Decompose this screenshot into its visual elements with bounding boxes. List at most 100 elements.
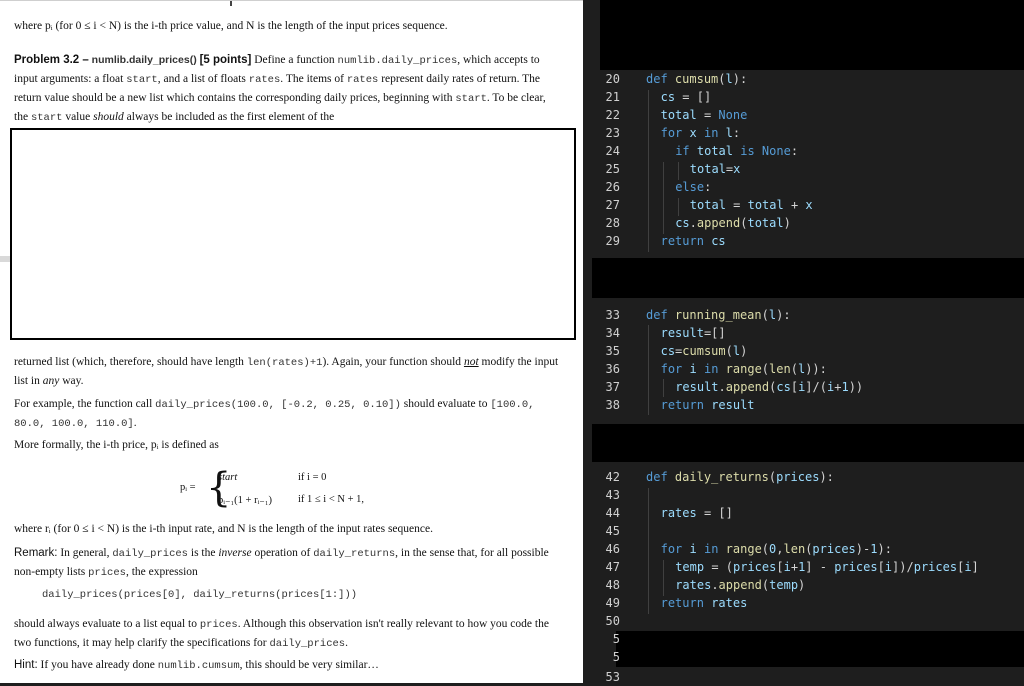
- remark-label: Remark:: [14, 547, 58, 559]
- hint-text: Hint: If you have already done numlib.cu…: [14, 656, 559, 675]
- line-number: 28: [605, 216, 620, 230]
- code-line[interactable]: 36 for i in range(len(l)):: [584, 360, 1024, 378]
- code-line[interactable]: 26 else:: [584, 178, 1024, 196]
- code-line[interactable]: 20 def cumsum(l):: [584, 70, 1024, 88]
- inverse-expression: daily_prices(prices[0], daily_returns(pr…: [42, 589, 358, 601]
- line-number: 47: [605, 560, 620, 574]
- code-line[interactable]: 27 total = total + x: [584, 196, 1024, 214]
- example-text: For example, the function call daily_pri…: [14, 395, 559, 433]
- code-text: return cs: [660, 234, 726, 248]
- example-part: .: [133, 417, 137, 429]
- code-line[interactable]: 22 total = None: [584, 106, 1024, 124]
- document-page: where pᵢ (for 0 ≤ i < N) is the i-th pri…: [0, 0, 583, 683]
- remark-emphasis: inverse: [218, 547, 252, 559]
- code-line[interactable]: 21 cs = []: [584, 88, 1024, 106]
- returned-part: way.: [62, 375, 84, 387]
- code-line[interactable]: 45: [584, 522, 1024, 540]
- hint-part: , this should be very similar…: [239, 659, 379, 671]
- code-line[interactable]: 49 return rates: [584, 594, 1024, 612]
- example-part: For example, the function call: [14, 398, 153, 410]
- page-top-tick: [230, 1, 232, 6]
- remark-part: In general,: [60, 547, 110, 559]
- example-code: daily_prices(100.0, [-0.2, 0.25, 0.10]): [155, 399, 401, 411]
- problem-code: rates: [248, 74, 281, 86]
- code-line[interactable]: 43: [584, 486, 1024, 504]
- line-number: 26: [605, 180, 620, 194]
- problem-points: [5 points]: [199, 54, 252, 66]
- code-line[interactable]: 5: [584, 630, 1024, 648]
- code-text: rates = []: [660, 506, 733, 520]
- should-code: prices: [199, 619, 238, 631]
- code-line[interactable]: 25 total=x: [584, 160, 1024, 178]
- formula-cond-1: if i = 0: [298, 472, 327, 483]
- line-number: 48: [605, 578, 620, 592]
- problem-code: rates: [346, 74, 379, 86]
- code-line[interactable]: 42 def daily_returns(prices):: [584, 468, 1024, 486]
- code-text: def running_mean(l):: [646, 308, 791, 322]
- code-line[interactable]: 34 result=[]: [584, 324, 1024, 342]
- code-line[interactable]: 5: [584, 648, 1024, 666]
- code-text: def daily_returns(prices):: [646, 470, 834, 484]
- code-text: for i in range(0,len(prices)-1):: [660, 542, 892, 556]
- redaction-bar: [592, 258, 1024, 298]
- code-line[interactable]: 24 if total is None:: [584, 142, 1024, 160]
- formula-cond-2: if 1 ≤ i < N + 1,: [298, 494, 364, 505]
- line-number: 21: [605, 90, 620, 104]
- returned-code: len(rates)+1: [246, 357, 323, 369]
- line-number: 43: [605, 488, 620, 502]
- line-number: 27: [605, 198, 620, 212]
- code-text: temp = (prices[i+1] - prices[i])/prices[…: [675, 560, 979, 574]
- formula-case-1: start: [218, 472, 238, 483]
- code-line[interactable]: 50: [584, 612, 1024, 630]
- line-number: 46: [605, 542, 620, 556]
- line-number: 42: [605, 470, 620, 484]
- hint-label: Hint:: [14, 659, 38, 671]
- code-text: return rates: [660, 596, 748, 610]
- page-top-border: [0, 0, 583, 6]
- code-line[interactable]: 23 for x in l:: [584, 124, 1024, 142]
- formula-case-2: pᵢ₋₁(1 + rᵢ₋₁): [218, 495, 273, 506]
- code-line[interactable]: 33 def running_mean(l):: [584, 306, 1024, 324]
- code-text: def cumsum(l):: [646, 72, 748, 86]
- code-text: for x in l:: [660, 126, 741, 140]
- line-number: 38: [605, 398, 620, 412]
- code-line[interactable]: 35 cs=cumsum(l): [584, 342, 1024, 360]
- problem-statement: Problem 3.2 – numlib.daily_prices() [5 p…: [14, 51, 559, 127]
- code-text: total = total + x: [689, 198, 813, 212]
- code-line[interactable]: 47 temp = (prices[i+1] - prices[i])/price…: [584, 558, 1024, 576]
- problem-text: . The items of: [280, 73, 344, 85]
- line-number: 33: [605, 308, 620, 322]
- code-text: if total is None:: [675, 144, 799, 158]
- formally-text: More formally, the i-th price, pᵢ is def…: [14, 439, 219, 451]
- problem-code: start: [455, 93, 487, 105]
- remark-part: operation of: [254, 547, 311, 559]
- line-number: 24: [605, 144, 620, 158]
- code-line[interactable]: 37 result.append(cs[i]/(i+1)): [584, 378, 1024, 396]
- returned-part: returned list (which, therefore, should …: [14, 356, 244, 368]
- problem-text: always be included as the first element …: [126, 111, 335, 123]
- code-line[interactable]: 38 return result: [584, 396, 1024, 414]
- code-text: for i in range(len(l)):: [660, 362, 827, 376]
- should-part: should always evaluate to a list equal t…: [14, 618, 197, 630]
- code-line[interactable]: 28 cs.append(total): [584, 214, 1024, 232]
- line-number: 22: [605, 108, 620, 122]
- formula-cond-2-text: if 1 ≤ i < N + 1: [298, 494, 362, 505]
- remark-code: prices: [88, 567, 126, 579]
- code-text: return result: [660, 398, 755, 412]
- code-line[interactable]: 48 rates.append(temp): [584, 576, 1024, 594]
- line-number: 23: [605, 126, 620, 140]
- code-text: total=x: [689, 162, 741, 176]
- answer-box[interactable]: [10, 128, 576, 340]
- code-line[interactable]: 53: [584, 668, 1024, 686]
- code-line[interactable]: 44 rates = []: [584, 504, 1024, 522]
- example-part: should evaluate to: [403, 398, 488, 410]
- code-text: result=[]: [660, 326, 726, 340]
- code-line[interactable]: 46 for i in range(0,len(prices)-1):: [584, 540, 1024, 558]
- code-text: else:: [675, 180, 712, 194]
- problem-text: , and a list of floats: [157, 73, 246, 85]
- line-number: 49: [605, 596, 620, 610]
- code-text: rates.append(temp): [675, 578, 806, 592]
- code-line[interactable]: 29 return cs: [584, 232, 1024, 250]
- should-text: should always evaluate to a list equal t…: [14, 615, 559, 653]
- code-editor[interactable]: 20 def cumsum(l): 21 cs = [] 22 total = None 2…: [584, 0, 1024, 686]
